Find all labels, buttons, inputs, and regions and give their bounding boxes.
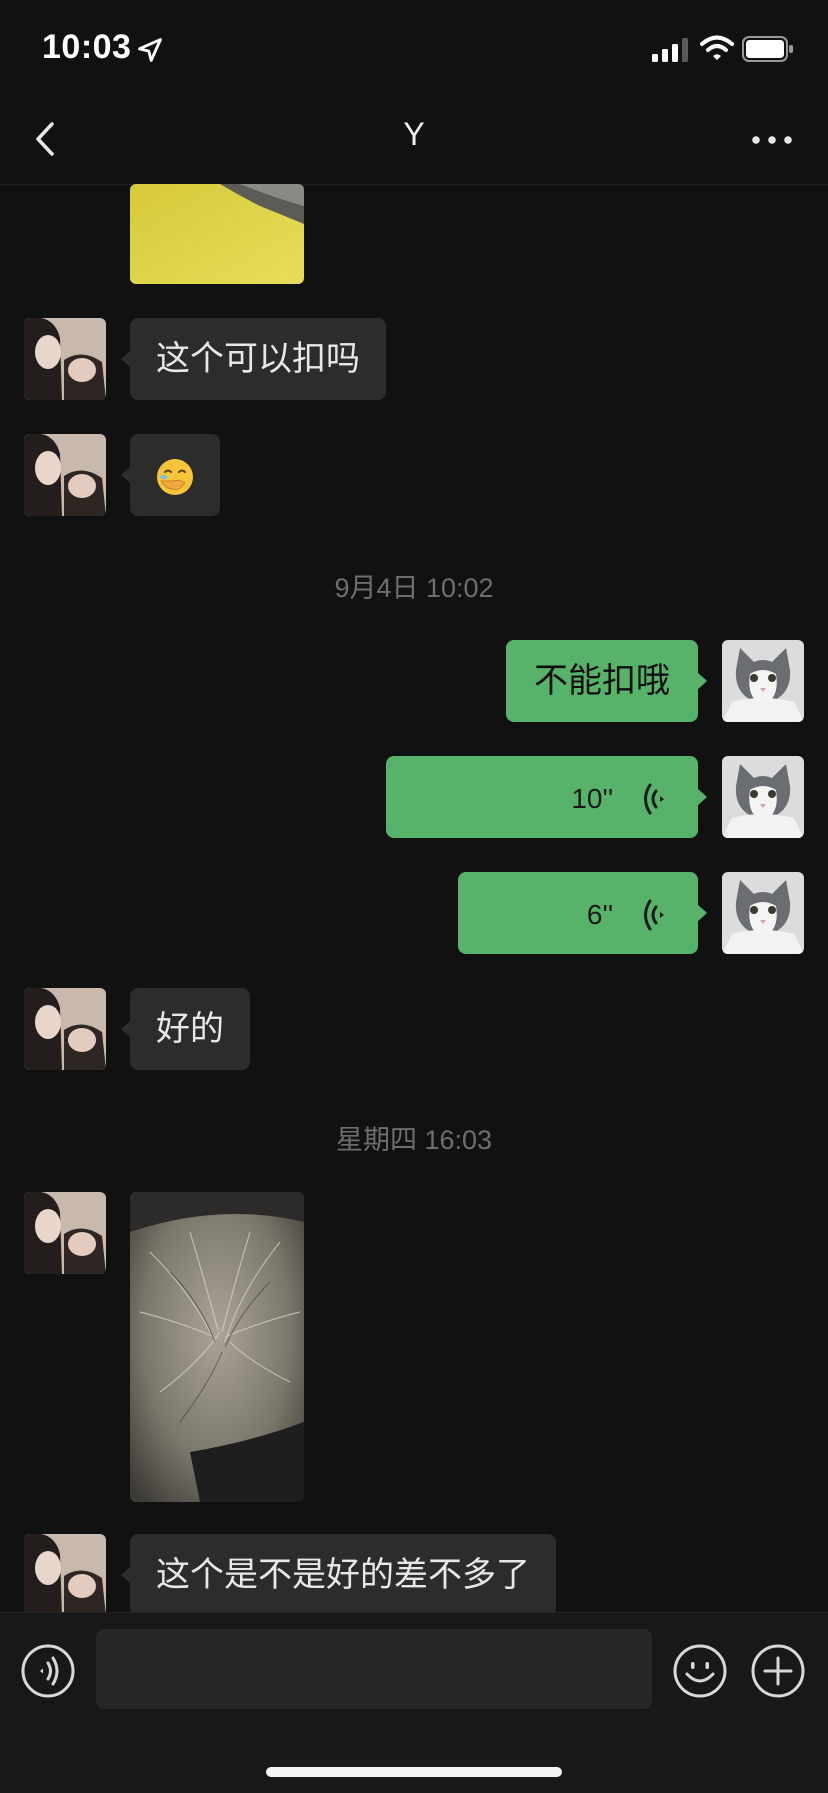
message-text: 这个是不是好的差不多了 (156, 1555, 530, 1595)
input-bar (0, 1612, 828, 1793)
contact-avatar[interactable] (24, 1192, 106, 1274)
more-dots-icon (752, 136, 792, 144)
home-indicator[interactable] (266, 1767, 562, 1777)
emoji-button[interactable] (672, 1643, 728, 1699)
voice-wave-icon (644, 783, 664, 814)
voice-toggle-button[interactable] (20, 1643, 76, 1699)
contact-avatar-photo (24, 318, 106, 400)
timestamp-label: 9月4日 10:02 (334, 573, 494, 603)
chat-messages: 这个可以扣吗 🤭 9月4日 10:02 (0, 184, 828, 1612)
message-bubble-incoming[interactable]: 好的 (121, 988, 250, 1070)
emoji-icon (673, 1644, 727, 1698)
contact-avatar-photo (24, 1534, 106, 1612)
voice-duration: 10'' (571, 782, 614, 814)
contact-avatar[interactable] (24, 988, 106, 1070)
fur-fabric-photo (130, 184, 304, 284)
my-avatar[interactable] (722, 872, 804, 954)
contact-avatar[interactable] (24, 1534, 106, 1612)
my-avatar[interactable] (722, 756, 804, 838)
face-with-hand-over-mouth-emoji-icon (157, 458, 193, 495)
voice-message-bubble[interactable]: 6'' (458, 872, 707, 954)
plus-button[interactable] (750, 1643, 806, 1699)
more-button[interactable] (744, 118, 800, 162)
my-avatar[interactable] (722, 640, 804, 722)
voice-toggle-icon (21, 1644, 75, 1698)
contact-avatar[interactable] (24, 434, 106, 516)
contact-avatar[interactable] (24, 318, 106, 400)
message-input[interactable] (96, 1629, 652, 1709)
message-text: 这个可以扣吗 (156, 339, 360, 379)
voice-wave-icon (644, 899, 664, 930)
contact-avatar-photo (24, 434, 106, 516)
wifi-icon (700, 35, 734, 60)
message-bubble-incoming[interactable]: 🤭 (121, 434, 220, 516)
plus-icon (751, 1644, 805, 1698)
chat-title: Y (403, 116, 425, 152)
voice-message-bubble[interactable]: 10'' (386, 756, 707, 838)
message-bubble-incoming[interactable]: 这个可以扣吗 (121, 318, 386, 400)
message-bubble-incoming[interactable]: 这个是不是好的差不多了 (121, 1534, 556, 1612)
status-time: 10:03 (42, 28, 132, 66)
image-message[interactable] (130, 1192, 304, 1502)
voice-duration: 6'' (586, 898, 614, 930)
contact-avatar-photo (24, 1192, 106, 1274)
timestamp-label: 星期四 16:03 (335, 1125, 493, 1155)
image-message[interactable] (130, 184, 304, 284)
nav-bar: Y (0, 96, 828, 185)
cat-avatar-photo (722, 640, 804, 722)
fur-closeup-photo (130, 1192, 304, 1502)
contact-avatar-photo (24, 988, 106, 1070)
status-bar: 10:03 (0, 0, 828, 96)
battery-icon (742, 36, 793, 62)
message-text: 不能扣哦 (534, 661, 670, 701)
message-text: 好的 (156, 1009, 224, 1049)
cellular-signal-icon (652, 38, 688, 62)
message-bubble-outgoing[interactable]: 不能扣哦 (506, 640, 707, 722)
cat-avatar-photo (722, 756, 804, 838)
location-arrow-icon (138, 38, 162, 62)
cat-avatar-photo (722, 872, 804, 954)
